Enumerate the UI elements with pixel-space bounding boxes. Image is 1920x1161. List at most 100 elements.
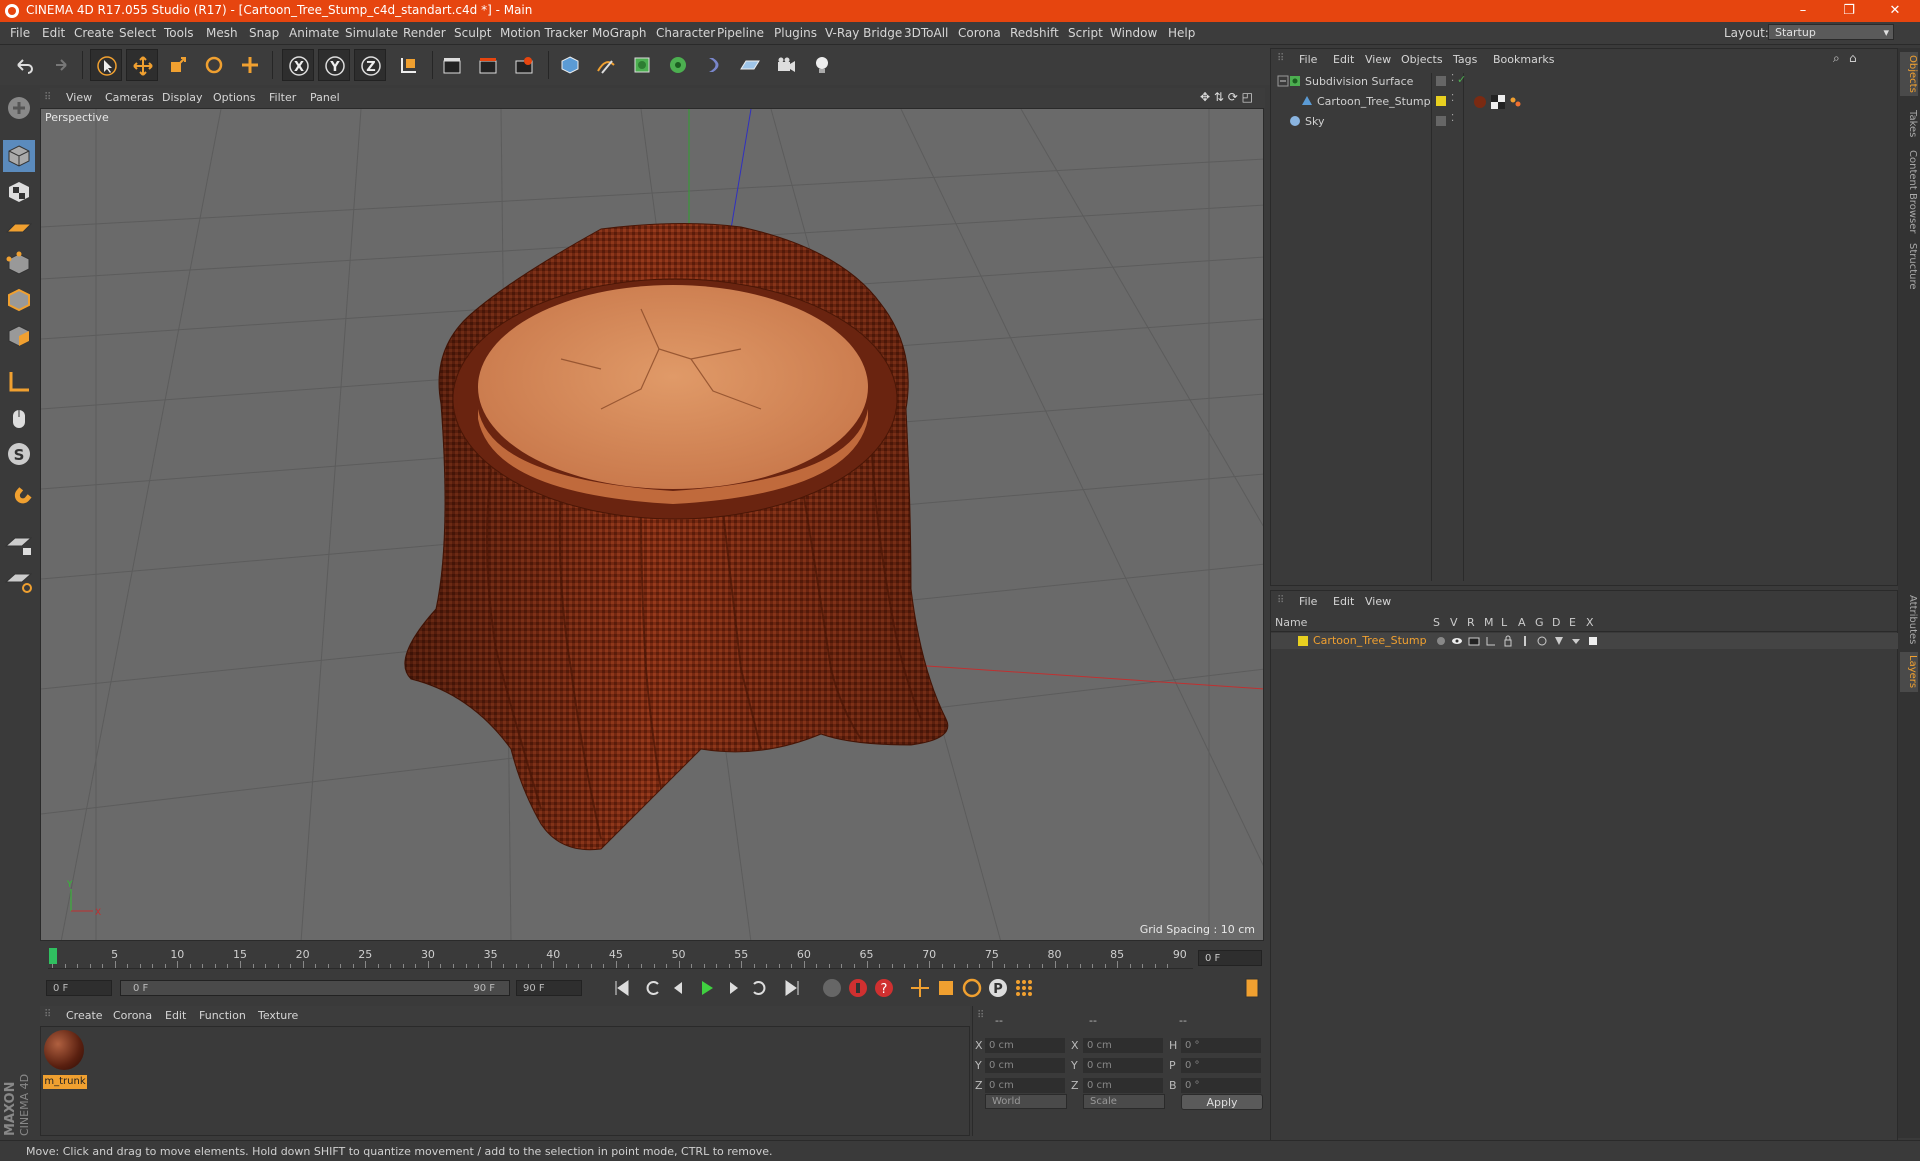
- xref-icon[interactable]: [1587, 635, 1599, 647]
- scale-tool-button[interactable]: [162, 49, 194, 81]
- position-z-field[interactable]: 0 cm: [985, 1078, 1065, 1093]
- menu-render[interactable]: Render: [403, 26, 446, 40]
- cloner-button[interactable]: [662, 49, 694, 81]
- cube-object-button[interactable]: [554, 49, 586, 81]
- timeline-ruler[interactable]: 051015202530354045505560657075808590: [48, 946, 1193, 969]
- go-to-end-icon[interactable]: [780, 976, 804, 1000]
- edges-mode-button[interactable]: [3, 284, 35, 316]
- object-menu-objects[interactable]: Objects: [1401, 53, 1443, 66]
- position-y-field[interactable]: 0 cm: [985, 1058, 1065, 1073]
- coordinate-system-button[interactable]: [392, 49, 424, 81]
- menu-window[interactable]: Window: [1110, 26, 1157, 40]
- lock-icon[interactable]: [1502, 635, 1514, 647]
- render-settings-button[interactable]: [508, 49, 540, 81]
- object-menu-tags[interactable]: Tags: [1453, 53, 1477, 66]
- material-menu-edit[interactable]: Edit: [165, 1009, 186, 1022]
- menu-sculpt[interactable]: Sculpt: [454, 26, 491, 40]
- minimize-button[interactable]: –: [1780, 0, 1826, 22]
- tab-takes[interactable]: Takes: [1900, 104, 1918, 144]
- timeline[interactable]: 051015202530354045505560657075808590 0 F: [40, 944, 1265, 972]
- rotation-h-field[interactable]: 0 °: [1181, 1038, 1261, 1053]
- timeline-window-icon[interactable]: [1240, 976, 1264, 1000]
- tab-objects[interactable]: Objects: [1900, 52, 1918, 96]
- redo-button[interactable]: [44, 49, 76, 81]
- y-axis-lock-button[interactable]: Y: [318, 49, 350, 81]
- frame-range-slider[interactable]: 0 F 90 F: [120, 980, 510, 996]
- viewport-menu-panel[interactable]: Panel: [310, 91, 340, 104]
- home-icon[interactable]: ⌂: [1849, 51, 1857, 65]
- workplane-mode-button[interactable]: [3, 212, 35, 244]
- render-view-button[interactable]: [436, 49, 468, 81]
- tab-content-browser[interactable]: Content Browser: [1900, 148, 1918, 236]
- menu-corona[interactable]: Corona: [958, 26, 1001, 40]
- viewport-menu-filter[interactable]: Filter: [269, 91, 296, 104]
- menu-vray-bridge[interactable]: V-Ray Bridge: [825, 26, 902, 40]
- tab-layers[interactable]: Layers: [1900, 652, 1918, 692]
- size-mode-dropdown[interactable]: Scale: [1083, 1094, 1165, 1109]
- solo-dot-icon[interactable]: [1435, 635, 1447, 647]
- size-y-field[interactable]: 0 cm: [1083, 1058, 1163, 1073]
- rotate-tool-button[interactable]: [198, 49, 230, 81]
- viewport-menu-display[interactable]: Display: [162, 91, 203, 104]
- key-rotation-icon[interactable]: [960, 976, 984, 1000]
- tweak-mode-button[interactable]: [3, 402, 35, 434]
- menu-simulate[interactable]: Simulate: [345, 26, 398, 40]
- key-position-icon[interactable]: [908, 976, 932, 1000]
- render-to-picture-viewer-button[interactable]: [472, 49, 504, 81]
- previous-key-icon[interactable]: [640, 976, 664, 1000]
- menu-redshift[interactable]: Redshift: [1010, 26, 1059, 40]
- material-swatch[interactable]: m_trunk: [41, 1027, 89, 1091]
- phong-tag-icon[interactable]: [1509, 95, 1523, 109]
- playhead[interactable]: [49, 948, 57, 964]
- undo-button[interactable]: [8, 49, 40, 81]
- viewport-menu-cameras[interactable]: Cameras: [105, 91, 154, 104]
- go-to-start-icon[interactable]: [610, 976, 634, 1000]
- menu-file[interactable]: File: [10, 26, 30, 40]
- object-row-sky[interactable]: Sky ⁚: [1273, 113, 1895, 130]
- layout-dropdown[interactable]: Startup ▾: [1768, 24, 1894, 40]
- material-tag-icon[interactable]: [1473, 95, 1487, 109]
- locked-workplane-button[interactable]: [3, 528, 35, 560]
- rotation-p-field[interactable]: 0 °: [1181, 1058, 1261, 1073]
- key-parameter-icon[interactable]: P: [986, 976, 1010, 1000]
- menu-pipeline[interactable]: Pipeline: [717, 26, 764, 40]
- pen-spline-button[interactable]: [590, 49, 622, 81]
- menu-edit[interactable]: Edit: [42, 26, 65, 40]
- enable-axis-button[interactable]: [3, 366, 35, 398]
- menu-select[interactable]: Select: [119, 26, 156, 40]
- close-button[interactable]: ✕: [1872, 0, 1918, 22]
- menu-animate[interactable]: Animate: [289, 26, 339, 40]
- deformer-button[interactable]: [698, 49, 730, 81]
- polygons-mode-button[interactable]: [3, 320, 35, 352]
- render-icon[interactable]: [1468, 635, 1480, 647]
- menu-motion-tracker[interactable]: Motion Tracker: [500, 26, 588, 40]
- light-button[interactable]: [806, 49, 838, 81]
- next-frame-icon[interactable]: [722, 976, 746, 1000]
- visibility-dots-icon[interactable]: ⁚: [1451, 113, 1454, 124]
- layer-menu-edit[interactable]: Edit: [1333, 595, 1354, 608]
- object-menu-edit[interactable]: Edit: [1333, 53, 1354, 66]
- material-menu-corona[interactable]: Corona: [113, 1009, 152, 1022]
- autokey-icon[interactable]: ?: [872, 976, 896, 1000]
- menu-character[interactable]: Character: [656, 26, 715, 40]
- tree-stump-model[interactable]: [404, 222, 949, 851]
- object-menu-bookmarks[interactable]: Bookmarks: [1493, 53, 1554, 66]
- viewport-menu-view[interactable]: View: [66, 91, 92, 104]
- menu-mograph[interactable]: MoGraph: [592, 26, 647, 40]
- subdivision-surface-button[interactable]: [626, 49, 658, 81]
- rotation-b-field[interactable]: 0 °: [1181, 1078, 1261, 1093]
- object-menu-view[interactable]: View: [1365, 53, 1391, 66]
- current-frame-field[interactable]: 0 F: [1198, 950, 1262, 966]
- viewport-menu-options[interactable]: Options: [213, 91, 255, 104]
- eye-icon[interactable]: [1451, 635, 1463, 647]
- transform-tool-button[interactable]: [234, 49, 266, 81]
- menu-create[interactable]: Create: [74, 26, 114, 40]
- tab-structure[interactable]: Structure: [1900, 240, 1918, 292]
- layer-status-icon[interactable]: [1435, 75, 1447, 87]
- coordinate-space-dropdown[interactable]: World: [985, 1094, 1067, 1109]
- generator-icon[interactable]: [1536, 635, 1548, 647]
- move-tool-button[interactable]: [126, 49, 158, 81]
- previous-frame-icon[interactable]: [666, 976, 690, 1000]
- visibility-dots-icon[interactable]: ⁚: [1451, 93, 1454, 104]
- play-icon[interactable]: [694, 976, 718, 1000]
